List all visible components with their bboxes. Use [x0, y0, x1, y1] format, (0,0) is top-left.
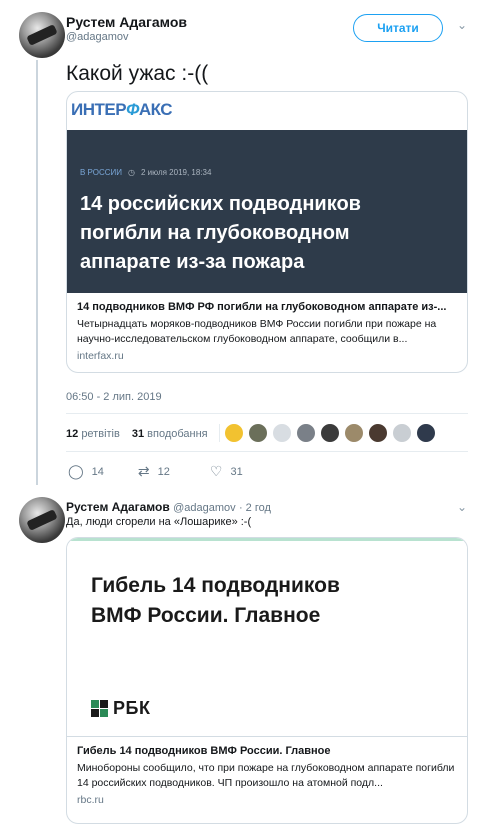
- tweet-text: Какой ужас :-((: [66, 62, 209, 85]
- card-domain: interfax.ru: [77, 350, 124, 362]
- card-description: Минобороны сообщило, что при пожаре на г…: [77, 762, 455, 789]
- divider: [66, 413, 468, 414]
- liker-avatar[interactable]: [248, 423, 268, 443]
- reply-text: Да, люди сгорели на «Лошарике» :-(: [66, 516, 252, 528]
- likes-stat[interactable]: 31 вподобання: [132, 428, 208, 440]
- liker-avatar[interactable]: [224, 423, 244, 443]
- tweet-timestamp[interactable]: 06:50 - 2 лип. 2019: [66, 391, 162, 403]
- card-hero-image: Гибель 14 подводников ВМФ России. Главное…: [67, 538, 467, 736]
- follow-button[interactable]: Читати: [353, 14, 443, 42]
- card-title: 14 подводников ВМФ РФ погибли на глубоко…: [77, 301, 447, 313]
- card-logo-band: ИНТЕРФАКС: [67, 92, 467, 130]
- reply-header: Рустем Адагамов @adagamov · 2 год: [66, 500, 271, 514]
- link-card-interfax[interactable]: ИНТЕРФАКС В РОССИИ ◷ 2 июля 2019, 18:34 …: [66, 91, 468, 373]
- avatar[interactable]: [19, 12, 65, 58]
- reply-time[interactable]: · 2 год: [239, 502, 271, 514]
- rbk-logo-text: РБК: [113, 698, 151, 718]
- card-hero-image: В РОССИИ ◷ 2 июля 2019, 18:34 14 российс…: [67, 130, 467, 293]
- clock-icon: ◷: [128, 168, 135, 177]
- card-description: Четырнадцать моряков-подводников ВМФ Рос…: [77, 318, 437, 345]
- liker-avatar[interactable]: [272, 423, 292, 443]
- author-name[interactable]: Рустем Адагамов: [66, 500, 170, 514]
- card-hero-headline: 14 российских подводников погибли на глу…: [80, 193, 361, 273]
- reply-icon: ◯: [68, 463, 84, 479]
- card-domain: rbc.ru: [77, 794, 104, 806]
- likers-avatars[interactable]: [224, 423, 436, 443]
- liker-avatar[interactable]: [368, 423, 388, 443]
- divider: [219, 424, 220, 442]
- card-title: Гибель 14 подводников ВМФ России. Главно…: [77, 745, 331, 757]
- tweet-actions: ◯ 14 ⇄ 12 ♡ 31: [68, 463, 243, 480]
- rbk-logo-icon: [91, 699, 109, 718]
- rbk-logo: РБК: [91, 698, 150, 719]
- liker-avatar[interactable]: [320, 423, 340, 443]
- liker-avatar[interactable]: [416, 423, 436, 443]
- liker-avatar[interactable]: [296, 423, 316, 443]
- author-handle[interactable]: @adagamov: [66, 31, 129, 43]
- chevron-down-icon[interactable]: ⌄: [457, 500, 467, 514]
- tweet-stats: 12 ретвітів 31 вподобання: [66, 428, 208, 440]
- card-date: 2 июля 2019, 18:34: [140, 168, 212, 177]
- thread-line: [36, 60, 38, 485]
- liker-avatar[interactable]: [392, 423, 412, 443]
- divider: [66, 451, 468, 452]
- like-button[interactable]: ♡ 31: [210, 463, 243, 480]
- author-name[interactable]: Рустем Адагамов: [66, 14, 187, 30]
- interfax-logo: ИНТЕРФАКС: [71, 100, 173, 119]
- retweet-icon: ⇄: [137, 463, 150, 479]
- retweet-button[interactable]: ⇄ 12: [138, 463, 170, 480]
- author-handle[interactable]: @adagamov: [173, 502, 236, 514]
- card-rubric: В РОССИИ: [80, 168, 122, 177]
- card-hero-headline: Гибель 14 подводников ВМФ России. Главное: [91, 574, 340, 627]
- retweets-stat[interactable]: 12 ретвітів: [66, 428, 120, 440]
- chevron-down-icon[interactable]: ⌄: [457, 18, 467, 32]
- avatar[interactable]: [19, 497, 65, 543]
- link-card-rbc[interactable]: Гибель 14 подводников ВМФ России. Главное…: [66, 537, 468, 824]
- reply-button[interactable]: ◯ 14: [68, 463, 104, 480]
- heart-icon: ♡: [209, 463, 223, 479]
- liker-avatar[interactable]: [344, 423, 364, 443]
